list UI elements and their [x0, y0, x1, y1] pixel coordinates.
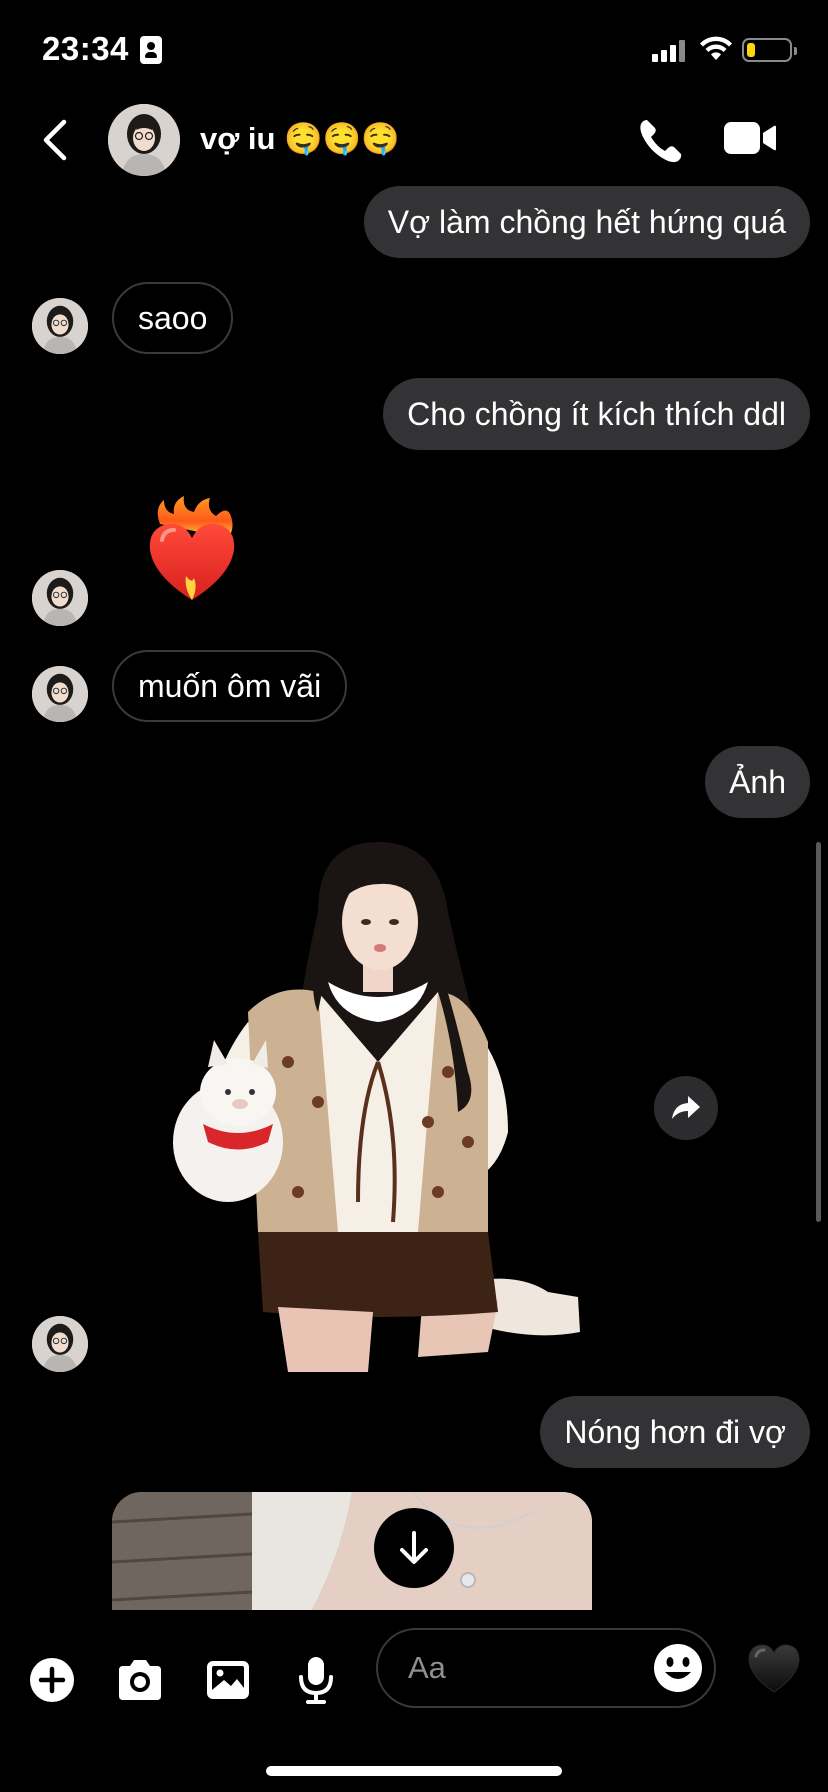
- camera-icon: [119, 1660, 161, 1700]
- contact-name[interactable]: vợ iu 🤤🤤🤤: [200, 120, 400, 157]
- photo-message[interactable]: [112, 1492, 592, 1610]
- plus-icon: [30, 1658, 74, 1702]
- home-indicator[interactable]: [266, 1766, 562, 1776]
- heart-icon[interactable]: [746, 1642, 802, 1694]
- status-time: 23:34: [42, 30, 129, 67]
- gallery-icon: [207, 1661, 249, 1699]
- share-button[interactable]: [654, 1076, 718, 1140]
- battery-icon: [742, 38, 797, 62]
- message-composer: [0, 1612, 828, 1732]
- cellular-signal-icon: [652, 40, 688, 62]
- arrow-down-icon: [400, 1531, 428, 1564]
- microphone-icon: [299, 1657, 333, 1704]
- photo-message[interactable]: [168, 842, 588, 1372]
- back-icon[interactable]: [36, 116, 76, 164]
- wifi-icon: [700, 36, 732, 60]
- phone-icon[interactable]: [636, 116, 686, 166]
- message-bubble-sent[interactable]: Ảnh: [705, 746, 810, 818]
- message-input-container[interactable]: [376, 1628, 716, 1708]
- camera-button[interactable]: [112, 1652, 168, 1708]
- message-bubble-received[interactable]: saoo: [112, 282, 234, 354]
- message-bubble-sent[interactable]: Cho chồng ít kích thích ddl: [383, 378, 810, 450]
- gallery-button[interactable]: [200, 1652, 256, 1708]
- sender-avatar[interactable]: [32, 298, 88, 354]
- emoji-icon[interactable]: [652, 1642, 704, 1694]
- chat-header: vợ iu 🤤🤤🤤: [0, 96, 828, 186]
- scrollbar[interactable]: [816, 842, 821, 1222]
- message-bubble-sent[interactable]: Nóng hơn đi vợ: [540, 1396, 810, 1468]
- battery-level: [747, 43, 755, 57]
- contact-avatar[interactable]: [108, 104, 180, 176]
- scroll-to-bottom-button[interactable]: [374, 1508, 454, 1588]
- microphone-button[interactable]: [288, 1652, 344, 1708]
- plus-button[interactable]: [24, 1652, 80, 1708]
- video-camera-icon[interactable]: [722, 118, 778, 158]
- share-arrow-icon: [672, 1096, 700, 1119]
- message-bubble-received[interactable]: muốn ôm vãi: [112, 650, 348, 722]
- message-input[interactable]: [408, 1630, 628, 1706]
- contact-card-icon: [140, 36, 162, 64]
- message-bubble-sent[interactable]: Vợ làm chồng hết hứng quá: [363, 186, 810, 258]
- sender-avatar[interactable]: [32, 1316, 88, 1372]
- status-bar: 23:34: [0, 0, 828, 96]
- heart-on-fire-emoji[interactable]: [140, 494, 244, 604]
- sender-avatar[interactable]: [32, 666, 88, 722]
- sender-avatar[interactable]: [32, 570, 88, 626]
